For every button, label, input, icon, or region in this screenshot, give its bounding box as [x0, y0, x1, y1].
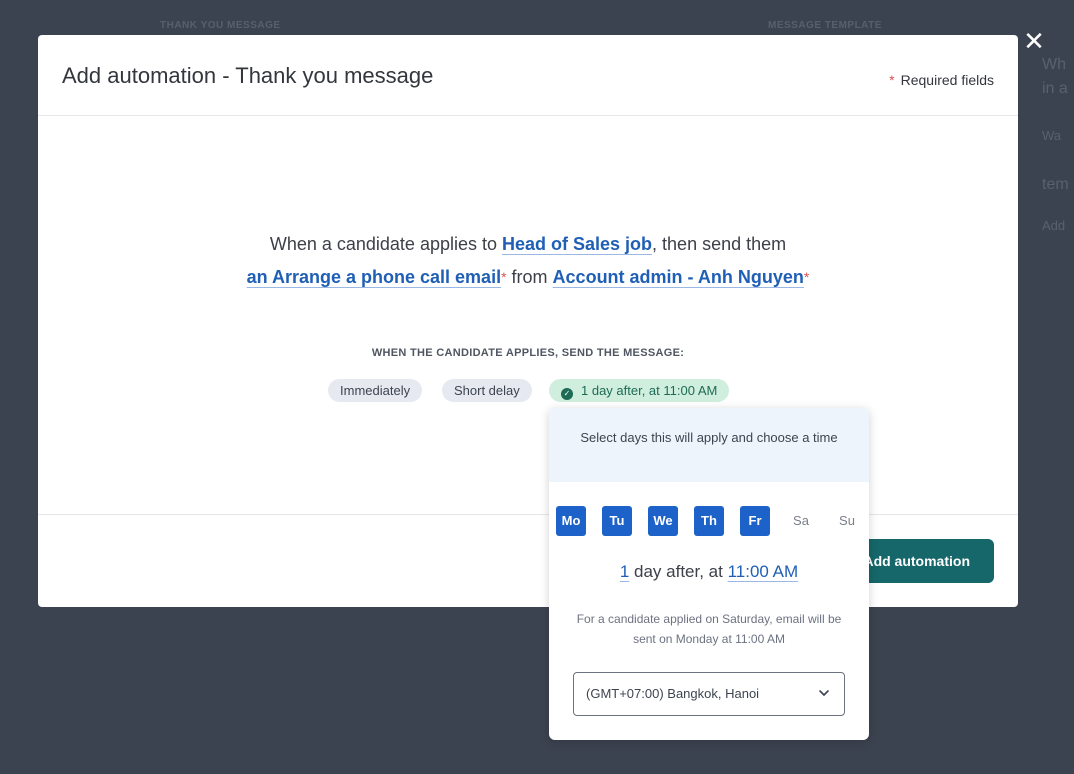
bg-side-text: Wh — [1042, 56, 1066, 73]
timing-option-label: Short delay — [454, 383, 520, 398]
bg-side-text: tem — [1042, 176, 1069, 193]
bg-step-label: Thank you message — [160, 20, 281, 31]
delay-time-link[interactable]: 11:00 AM — [728, 562, 799, 581]
day-toggle-su[interactable]: Su — [832, 506, 862, 536]
required-star-icon: * — [889, 72, 895, 88]
day-toggle-th[interactable]: Th — [694, 506, 724, 536]
required-fields-label: Required fields — [900, 72, 994, 88]
email-template-link[interactable]: an Arrange a phone call email — [247, 267, 501, 287]
sentence-text: , then send them — [652, 234, 787, 254]
delay-summary: 1 day after, at 11:00 AM — [549, 562, 869, 582]
timing-option-short-delay[interactable]: Short delay — [442, 379, 532, 402]
schedule-popover: Select days this will apply and choose a… — [549, 408, 869, 740]
background-page: Thank you message Message template — [0, 0, 1074, 36]
day-toggle-mo[interactable]: Mo — [556, 506, 586, 536]
modal-title: Add automation - Thank you message — [62, 63, 434, 88]
footer-divider — [38, 514, 1018, 515]
close-icon[interactable]: ✕ — [1022, 28, 1046, 54]
required-fields-note: * Required fields — [889, 72, 994, 88]
day-toggle-we[interactable]: We — [648, 506, 678, 536]
modal-header: Add automation - Thank you message * Requ… — [38, 35, 1018, 116]
check-circle-icon: ✓ — [561, 388, 573, 400]
day-toggle-tu[interactable]: Tu — [602, 506, 632, 536]
automation-sentence-line-1: When a candidate applies to Head of Sale… — [38, 228, 1018, 261]
timing-option-label: Immediately — [340, 383, 411, 398]
job-link[interactable]: Head of Sales job — [502, 234, 652, 254]
delay-text: day after, at — [629, 562, 728, 581]
timezone-select[interactable]: (GMT+07:00) Bangkok, Hanoi — [573, 672, 845, 716]
bg-step-label: Message template — [768, 20, 882, 31]
bg-side-text: Wa — [1042, 128, 1062, 143]
sender-link[interactable]: Account admin - Anh Nguyen — [553, 267, 804, 287]
day-selector: Mo Tu We Th Fr Sa Su — [556, 506, 866, 536]
timing-option-immediately[interactable]: Immediately — [328, 379, 423, 402]
bg-side-text: Add — [1042, 218, 1066, 233]
automation-sentence-line-2: an Arrange a phone call email * from Acco… — [38, 261, 1018, 294]
day-toggle-sa[interactable]: Sa — [786, 506, 816, 536]
add-automation-modal: Add automation - Thank you message * Requ… — [38, 35, 1018, 607]
delay-days-link[interactable]: 1 — [620, 562, 629, 581]
required-star-icon: * — [803, 269, 810, 285]
day-toggle-fr[interactable]: Fr — [740, 506, 770, 536]
timing-option-scheduled[interactable]: ✓ 1 day after, at 11:00 AM — [549, 379, 730, 402]
popover-header: Select days this will apply and choose a… — [549, 408, 869, 482]
sentence-text: from — [506, 267, 553, 287]
timing-option-label: 1 day after, at 11:00 AM — [581, 383, 718, 398]
timezone-value: (GMT+07:00) Bangkok, Hanoi — [586, 686, 760, 701]
timing-label: WHEN THE CANDIDATE APPLIES, SEND THE MES… — [371, 347, 685, 359]
schedule-note: For a candidate applied on Saturday, ema… — [576, 612, 842, 646]
chevron-down-icon — [819, 690, 829, 696]
sentence-text: When a candidate applies to — [269, 234, 502, 254]
bg-side-text: in a — [1042, 80, 1068, 97]
